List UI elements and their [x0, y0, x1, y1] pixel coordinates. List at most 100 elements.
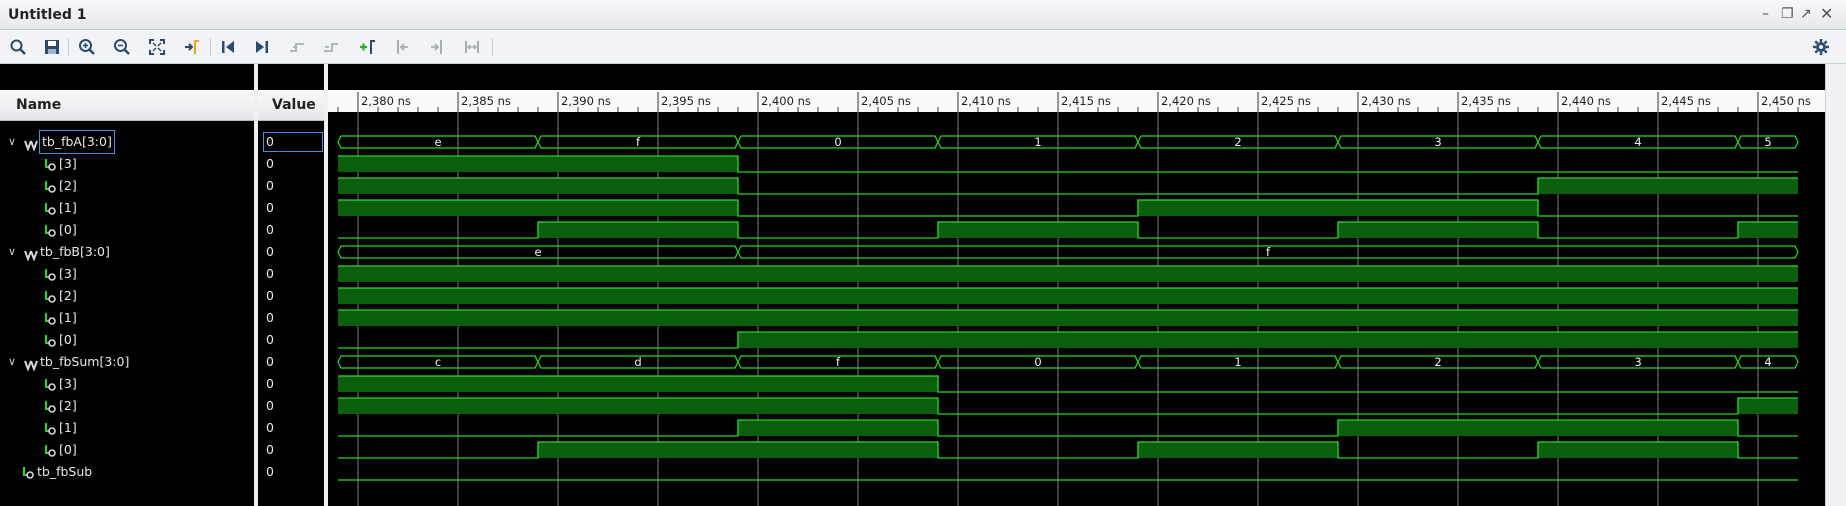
signal-value[interactable]: 0: [262, 329, 324, 351]
signal-value[interactable]: 0: [262, 439, 324, 461]
signal-row[interactable]: [1]: [0, 197, 254, 219]
search-icon[interactable]: [7, 36, 29, 58]
wave-high-segment: [338, 178, 538, 194]
signal-value[interactable]: 0: [262, 395, 324, 417]
close-icon[interactable]: ✕: [1820, 6, 1833, 22]
bus-value-label: f: [636, 135, 641, 149]
goto-end-icon[interactable]: [251, 36, 273, 58]
bus-value-label: 4: [1634, 135, 1641, 149]
signal-row[interactable]: [0]: [0, 219, 254, 241]
ruler-tick-label: 2,450 ns: [1761, 94, 1811, 108]
signal-value[interactable]: 0: [262, 263, 324, 285]
value-column-header[interactable]: Value: [258, 90, 324, 121]
name-column-header[interactable]: Name: [0, 90, 254, 121]
wave-high-segment: [1338, 420, 1538, 436]
zoom-out-icon[interactable]: [111, 36, 133, 58]
signal-group-row[interactable]: ∨ tb_fbB[3:0]: [0, 241, 254, 263]
name-value-divider[interactable]: [254, 64, 258, 506]
ruler-tick-label: 2,380 ns: [361, 94, 411, 108]
wave-high-segment: [1138, 200, 1338, 216]
minimize-icon[interactable]: –: [1762, 6, 1769, 22]
signal-name: [1]: [59, 420, 77, 435]
wave-high-segment: [1138, 442, 1338, 458]
signal-row[interactable]: [0]: [0, 329, 254, 351]
bus-value-label: 2: [1234, 135, 1241, 149]
wave-high-segment: [738, 332, 1798, 348]
signal-name: tb_fbB[3:0]: [40, 244, 110, 259]
previous-transition-icon[interactable]: [286, 36, 308, 58]
signal-value[interactable]: 0: [262, 285, 324, 307]
wave-high-segment: [538, 178, 738, 194]
zoom-fit-icon[interactable]: [146, 36, 168, 58]
signal-row[interactable]: tb_fbSub: [0, 461, 254, 483]
signal-row[interactable]: [1]: [0, 417, 254, 439]
signal-name: tb_fbSub: [37, 464, 93, 479]
settings-icon[interactable]: [1810, 36, 1832, 58]
signal-row[interactable]: [3]: [0, 153, 254, 175]
signal-row[interactable]: [0]: [0, 439, 254, 461]
signal-value[interactable]: 0: [262, 197, 324, 219]
next-transition-icon[interactable]: [320, 36, 342, 58]
signal-value[interactable]: 0: [262, 417, 324, 439]
signal-value[interactable]: 0: [262, 461, 324, 483]
wave-high-segment: [1738, 222, 1798, 238]
goto-cursor-icon[interactable]: [181, 36, 203, 58]
previous-marker-icon[interactable]: [391, 36, 413, 58]
wave-high-segment: [738, 288, 1798, 304]
signal-value[interactable]: 0: [262, 131, 324, 153]
signal-value[interactable]: 0: [262, 241, 324, 263]
add-marker-icon[interactable]: [356, 36, 378, 58]
signal-row[interactable]: [1]: [0, 307, 254, 329]
ruler-tick-label: 2,445 ns: [1661, 94, 1711, 108]
signal-row[interactable]: [3]: [0, 373, 254, 395]
signal-value[interactable]: 0: [262, 351, 324, 373]
signal-value[interactable]: 0: [262, 219, 324, 241]
wave-high-segment: [538, 222, 738, 238]
bus-value-label: e: [534, 245, 541, 259]
signal-name: [1]: [59, 200, 77, 215]
vertical-scrollbar[interactable]: [1825, 64, 1846, 506]
restore-icon[interactable]: ❐: [1781, 6, 1794, 22]
wave-high-segment: [1738, 178, 1798, 194]
wave-high-segment: [338, 310, 738, 326]
ruler-tick-label: 2,400 ns: [761, 94, 811, 108]
next-marker-icon[interactable]: [426, 36, 448, 58]
signal-name: tb_fbSum[3:0]: [40, 354, 130, 369]
signal-row[interactable]: [2]: [0, 395, 254, 417]
save-icon[interactable]: [41, 36, 63, 58]
bus-value-label: 1: [1234, 355, 1241, 369]
signal-value[interactable]: 0: [262, 175, 324, 197]
window-titlebar: Untitled 1 – ❐ ↗ ✕: [0, 0, 1846, 30]
chevron-down-icon[interactable]: ∨: [8, 241, 16, 263]
wave-high-segment: [738, 310, 1798, 326]
signal-row[interactable]: [3]: [0, 263, 254, 285]
wave-high-segment: [538, 398, 738, 414]
ruler-tick-label: 2,395 ns: [661, 94, 711, 108]
chevron-down-icon[interactable]: ∨: [8, 351, 16, 373]
signal-value[interactable]: 0: [262, 373, 324, 395]
wave-high-segment: [338, 288, 738, 304]
signal-group-row[interactable]: ∨ tb_fbSum[3:0]: [0, 351, 254, 373]
bit-signal-icon: [22, 464, 34, 486]
signal-name: [1]: [59, 310, 77, 325]
goto-start-icon[interactable]: [217, 36, 239, 58]
signal-name: [2]: [59, 398, 77, 413]
signal-group-row[interactable]: ∨ tb_fbA[3:0]: [0, 130, 254, 154]
swap-cursors-icon[interactable]: [461, 36, 483, 58]
bus-value-label: 1: [1034, 135, 1041, 149]
signal-value[interactable]: 0: [262, 153, 324, 175]
zoom-in-icon[interactable]: [76, 36, 98, 58]
bus-value-label: c: [435, 355, 441, 369]
signal-name: [3]: [59, 156, 77, 171]
ruler-tick-label: 2,420 ns: [1161, 94, 1211, 108]
waveform-canvas[interactable]: 2,380 ns 2,385 ns 2,390 ns 2,395 ns 2,400 ns…: [328, 64, 1825, 506]
maximize-icon[interactable]: ↗: [1800, 6, 1812, 22]
wave-high-segment: [738, 376, 938, 392]
signal-row[interactable]: [2]: [0, 285, 254, 307]
chevron-down-icon[interactable]: ∨: [8, 131, 16, 153]
bus-value-label: e: [434, 135, 441, 149]
bus-value-label: 0: [834, 135, 841, 149]
signal-row[interactable]: [2]: [0, 175, 254, 197]
wave-high-segment: [938, 222, 1138, 238]
signal-value[interactable]: 0: [262, 307, 324, 329]
